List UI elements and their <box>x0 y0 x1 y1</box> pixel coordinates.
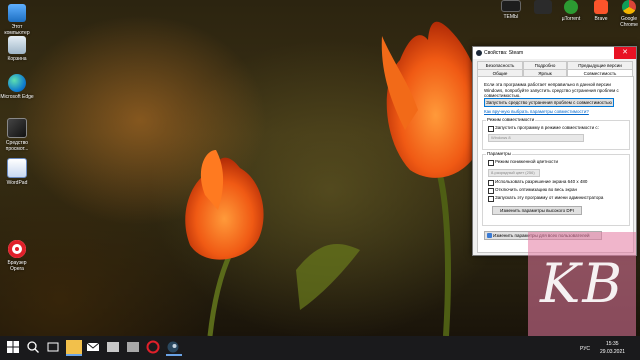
search-button[interactable] <box>26 340 42 356</box>
wordpad-icon <box>7 158 27 178</box>
desktop-icon-label: Microsoft Edge <box>0 94 34 100</box>
app-icon <box>127 342 139 352</box>
compat-os-select[interactable]: Windows 8 <box>488 134 584 142</box>
steam-taskbar-button[interactable] <box>166 340 182 356</box>
utorrent-icon <box>564 0 578 14</box>
desktop-icon-label: Корзина <box>7 56 27 62</box>
opera-taskbar-button[interactable] <box>146 340 162 356</box>
shield-icon <box>487 233 492 238</box>
close-button[interactable]: ✕ <box>614 47 636 59</box>
compatibility-panel: Если эта программа работает неправильно … <box>477 76 634 253</box>
button-label: Запустить средство устранения проблем с … <box>486 100 612 105</box>
compat-mode-label: Режим совместимости <box>486 117 536 123</box>
task-view-icon <box>47 342 59 352</box>
tab-label: Предыдущие версии <box>578 63 622 68</box>
themes-icon <box>501 0 521 12</box>
app-icon <box>107 342 119 352</box>
app1-taskbar-button[interactable] <box>106 340 122 356</box>
edge-icon <box>8 74 26 92</box>
desktop-icon-edge[interactable]: Microsoft Edge <box>0 74 34 100</box>
desktop-icon-recycle-bin[interactable]: Корзина <box>0 36 34 62</box>
desktop-icon-themes[interactable]: ТЕМЫ <box>494 0 528 20</box>
language-indicator[interactable]: РУС <box>580 346 590 352</box>
color-depth-select[interactable]: 8-разрядный цвет (256) <box>488 169 540 177</box>
dialog-titlebar[interactable]: Свойства: Steam ✕ <box>473 47 636 59</box>
app2-taskbar-button[interactable] <box>126 340 142 356</box>
app-icon <box>534 0 552 14</box>
fullscreen-opt-checkbox[interactable] <box>488 188 494 194</box>
high-dpi-button[interactable]: Изменить параметры высокого DPI <box>492 206 582 215</box>
compat-mode-checkbox[interactable] <box>488 126 494 132</box>
reduced-color-label: Режим пониженной цветности <box>495 159 558 164</box>
watermark-overlay: KB <box>528 232 636 336</box>
close-icon: ✕ <box>622 49 628 56</box>
desktop-icon-utorrent[interactable]: µTorrent <box>554 0 588 22</box>
desktop-icon-viewer[interactable]: Средство просмот... <box>0 118 34 152</box>
desktop-icon-chrome[interactable]: Google Chrome <box>612 0 640 28</box>
admin-label: Запускать эту программу от имени админис… <box>495 195 604 200</box>
combo-value: 8-разрядный цвет (256) <box>491 170 535 175</box>
clock-time[interactable]: 15:35 <box>606 341 619 347</box>
windows-icon <box>7 341 19 353</box>
start-button[interactable] <box>6 340 22 356</box>
brave-icon <box>594 0 608 14</box>
desktop-icon-label: Этот компьютер <box>4 24 30 36</box>
desktop-icon-label: Google Chrome <box>620 16 638 28</box>
clock-date[interactable]: 29.03.2021 <box>600 349 625 355</box>
dialog-title: Свойства: Steam <box>484 50 524 56</box>
fullscreen-opt-label: Отключить оптимизацию во весь экран <box>495 187 577 192</box>
parameters-label: Параметры <box>486 151 512 157</box>
mail-taskbar-button[interactable] <box>86 340 102 356</box>
chrome-icon <box>622 0 636 14</box>
troubleshooter-button[interactable]: Запустить средство устранения проблем с … <box>484 98 614 107</box>
desktop-icon-this-pc[interactable]: Этот компьютер <box>0 4 34 36</box>
record-icon <box>146 340 160 354</box>
admin-checkbox[interactable] <box>488 196 494 202</box>
taskbar: РУС 15:35 29.03.2021 <box>0 336 640 360</box>
reduced-color-checkbox[interactable] <box>488 160 494 166</box>
tab-label: Подробно <box>534 63 556 68</box>
intro-text: Если эта программа работает неправильно … <box>484 82 619 98</box>
opera-icon <box>8 240 26 258</box>
viewer-icon <box>7 118 27 138</box>
desktop-icon-label: WordPad <box>6 180 28 186</box>
desktop-icon-label: Браузер Opera <box>7 260 27 272</box>
recycle-bin-icon <box>8 36 26 54</box>
desktop-icon-label: Средство просмот... <box>5 140 29 152</box>
button-label: Изменить параметры высокого DPI <box>500 208 574 213</box>
search-icon <box>27 341 39 353</box>
tab-label: Безопасность <box>485 63 515 68</box>
watermark-text: KB <box>539 252 625 315</box>
steam-icon <box>476 50 482 56</box>
task-view-button[interactable] <box>46 340 62 356</box>
combo-value: Windows 8 <box>491 135 511 140</box>
steam-icon <box>167 341 179 353</box>
desktop-icon-wordpad[interactable]: WordPad <box>0 158 34 186</box>
compat-mode-checkbox-label: Запустить программу в режиме совместимос… <box>495 125 599 130</box>
desktop-icon-opera[interactable]: Браузер Opera <box>0 240 34 272</box>
mail-icon <box>86 342 100 351</box>
desktop-icon-label: ТЕМЫ <box>503 14 519 20</box>
this-pc-icon <box>8 4 26 22</box>
desktop-icon-label: µTorrent <box>561 16 581 22</box>
resolution-label: Использовать разрешение экрана 640 х 480 <box>495 179 588 184</box>
resolution-checkbox[interactable] <box>488 180 494 186</box>
steam-properties-dialog: Свойства: Steam ✕ Безопасность Подробно … <box>472 46 637 256</box>
manual-settings-link[interactable]: Как вручную выбрать параметры совместимо… <box>484 109 628 115</box>
explorer-taskbar-button[interactable] <box>66 340 82 356</box>
